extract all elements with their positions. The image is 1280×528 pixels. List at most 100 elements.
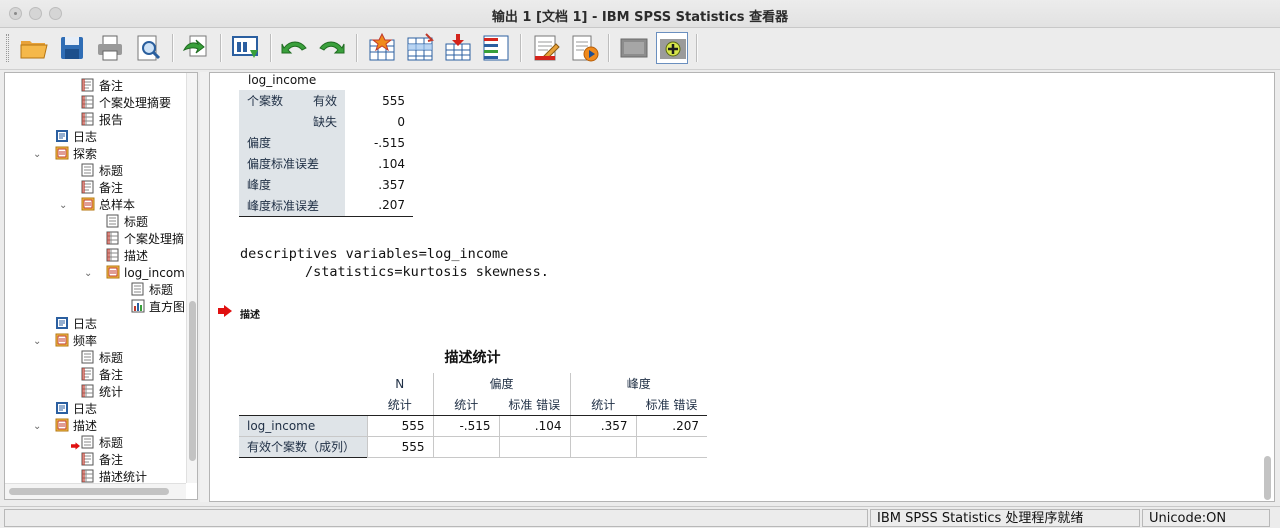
- tree-toggle-chevron-down-icon[interactable]: ⌄: [33, 422, 43, 432]
- cell-value: 0: [397, 114, 406, 129]
- outline-item[interactable]: 备注: [81, 180, 123, 197]
- outline-item[interactable]: 直方图: [131, 299, 185, 316]
- toolbar: [0, 28, 1280, 70]
- run-script-icon[interactable]: [568, 32, 600, 64]
- table-row: log_income 555 -.515 .104 .357 .207: [239, 415, 707, 437]
- cell-value: .357: [378, 177, 406, 192]
- log-icon: [55, 129, 69, 143]
- goto-variable-icon[interactable]: [442, 32, 474, 64]
- window-title: 输出 1 [文档 1] - IBM SPSS Statistics 查看器: [491, 10, 789, 25]
- outline-item[interactable]: 标题: [81, 435, 123, 452]
- column-subheader: 标准 错误: [636, 394, 707, 416]
- show-hide-icon[interactable]: [618, 32, 650, 64]
- cell-value: [569, 436, 636, 458]
- row-label: 个案数: [239, 90, 292, 111]
- statistics-table[interactable]: 个案数 有效 555 缺失 0 偏度 -.515 偏度标准误差 .104 峰度 …: [239, 90, 414, 217]
- scroll-thumb[interactable]: [9, 488, 169, 495]
- print-icon[interactable]: [94, 32, 126, 64]
- toolbar-separator: [356, 34, 358, 62]
- outline-item-label: 备注: [99, 368, 124, 382]
- recall-dialog-icon[interactable]: [230, 32, 262, 64]
- outline-item[interactable]: 描述: [106, 248, 148, 265]
- tree-toggle-chevron-down-icon[interactable]: ⌄: [84, 269, 94, 279]
- output-group-icon: [55, 418, 69, 432]
- column-subheader: 统计: [367, 394, 433, 416]
- table-row: 峰度标准误差 .207: [239, 195, 414, 216]
- row-sublabel: 有效: [291, 90, 346, 111]
- outline-item[interactable]: 备注: [81, 78, 123, 95]
- table-icon: [106, 248, 120, 262]
- tree-toggle-chevron-down-icon[interactable]: ⌄: [59, 201, 69, 211]
- outline-item-label: 直方图: [149, 300, 186, 314]
- outline-item-label: 日志: [73, 402, 98, 416]
- save-icon[interactable]: [56, 32, 88, 64]
- goto-data-icon[interactable]: [366, 32, 398, 64]
- outline-item[interactable]: 备注: [81, 367, 123, 384]
- outline-item[interactable]: log_incom: [106, 265, 185, 282]
- outline-item-label: 总样本: [99, 198, 136, 212]
- outline-pane[interactable]: 备注 个案处理摘要 报告 日志 ⌄ 探索 标题 备注 ⌄ 总样本 标题 个案处理摘 描述 ⌄ log_inc…: [4, 72, 198, 500]
- descriptive-statistics-table[interactable]: N 偏度 峰度 统计 统计 标准 错误 统计 标准 错误 log_income …: [239, 373, 707, 458]
- outline-item[interactable]: 个案处理摘要: [81, 95, 171, 112]
- outline-item[interactable]: 标题: [131, 282, 173, 299]
- outline-item[interactable]: 标题: [106, 214, 148, 231]
- table-header-row: N 偏度 峰度: [239, 373, 707, 394]
- output-heading[interactable]: 描述: [240, 306, 260, 321]
- outline-item[interactable]: 日志: [55, 401, 97, 418]
- scroll-thumb[interactable]: [1264, 456, 1271, 500]
- tree-toggle-chevron-down-icon[interactable]: ⌄: [33, 337, 43, 347]
- table-row: 偏度 -.515: [239, 132, 413, 153]
- outline-item[interactable]: 备注: [81, 452, 123, 469]
- outline-horizontal-scrollbar[interactable]: [5, 483, 186, 499]
- undo-icon[interactable]: [278, 32, 310, 64]
- export-icon[interactable]: [180, 32, 212, 64]
- open-folder-icon[interactable]: [18, 32, 50, 64]
- outline-item[interactable]: 标题: [81, 163, 123, 180]
- outline-item[interactable]: 探索: [55, 146, 97, 163]
- outline-item[interactable]: 统计: [81, 384, 123, 401]
- outline-item[interactable]: 频率: [55, 333, 97, 350]
- outline-item[interactable]: 日志: [55, 129, 97, 146]
- outline-item[interactable]: 总样本: [81, 197, 135, 214]
- outline-item-label: 日志: [73, 130, 98, 144]
- outline-item-label: 标题: [99, 436, 124, 450]
- current-item-arrow-icon: [218, 305, 232, 317]
- syntax-line: descriptives variables=log_income: [240, 246, 509, 262]
- outline-item[interactable]: 标题: [81, 350, 123, 367]
- scroll-thumb[interactable]: [189, 301, 196, 461]
- pane-splitter[interactable]: [200, 72, 209, 502]
- cell-value: [432, 436, 499, 458]
- notes-icon: [81, 452, 95, 466]
- row-label: 峰度: [239, 174, 346, 195]
- title-icon: [81, 435, 95, 449]
- goto-case-icon[interactable]: [404, 32, 436, 64]
- variables-icon[interactable]: [480, 32, 512, 64]
- print-preview-icon[interactable]: [132, 32, 164, 64]
- toolbar-grip[interactable]: [6, 34, 9, 62]
- status-bar: IBM SPSS Statistics 处理程序就绪 Unicode:ON: [0, 506, 1280, 528]
- outline-item[interactable]: 个案处理摘: [106, 231, 184, 248]
- title-icon: [131, 282, 145, 296]
- title-icon: [81, 163, 95, 177]
- outline-vertical-scrollbar[interactable]: [186, 73, 197, 483]
- tree-toggle-chevron-down-icon[interactable]: ⌄: [33, 150, 43, 160]
- column-header-kurtosis: 峰度: [569, 373, 707, 394]
- table-row: 峰度 .357: [239, 174, 413, 195]
- content-vertical-scrollbar[interactable]: [1262, 72, 1274, 502]
- redo-icon[interactable]: [316, 32, 348, 64]
- outline-item[interactable]: 日志: [55, 316, 97, 333]
- outline-item[interactable]: 报告: [81, 112, 123, 129]
- content-pane[interactable]: log_income 个案数 有效 555 缺失 0 偏度 -.515 偏度标准…: [209, 72, 1275, 502]
- cell-value: 555: [382, 93, 406, 108]
- designate-window-icon[interactable]: [530, 32, 562, 64]
- row-label: log_income: [239, 415, 367, 437]
- outline-item-label: 备注: [99, 453, 124, 467]
- row-label: [239, 111, 292, 132]
- syntax-log[interactable]: descriptives variables=log_income /stati…: [240, 245, 549, 281]
- outline-item[interactable]: 描述: [55, 418, 97, 435]
- chart-icon: [131, 299, 145, 313]
- outline-item-label: log_incom: [124, 266, 185, 280]
- toolbar-separator: [520, 34, 522, 62]
- promote-icon[interactable]: [656, 32, 688, 64]
- toolbar-separator: [172, 34, 174, 62]
